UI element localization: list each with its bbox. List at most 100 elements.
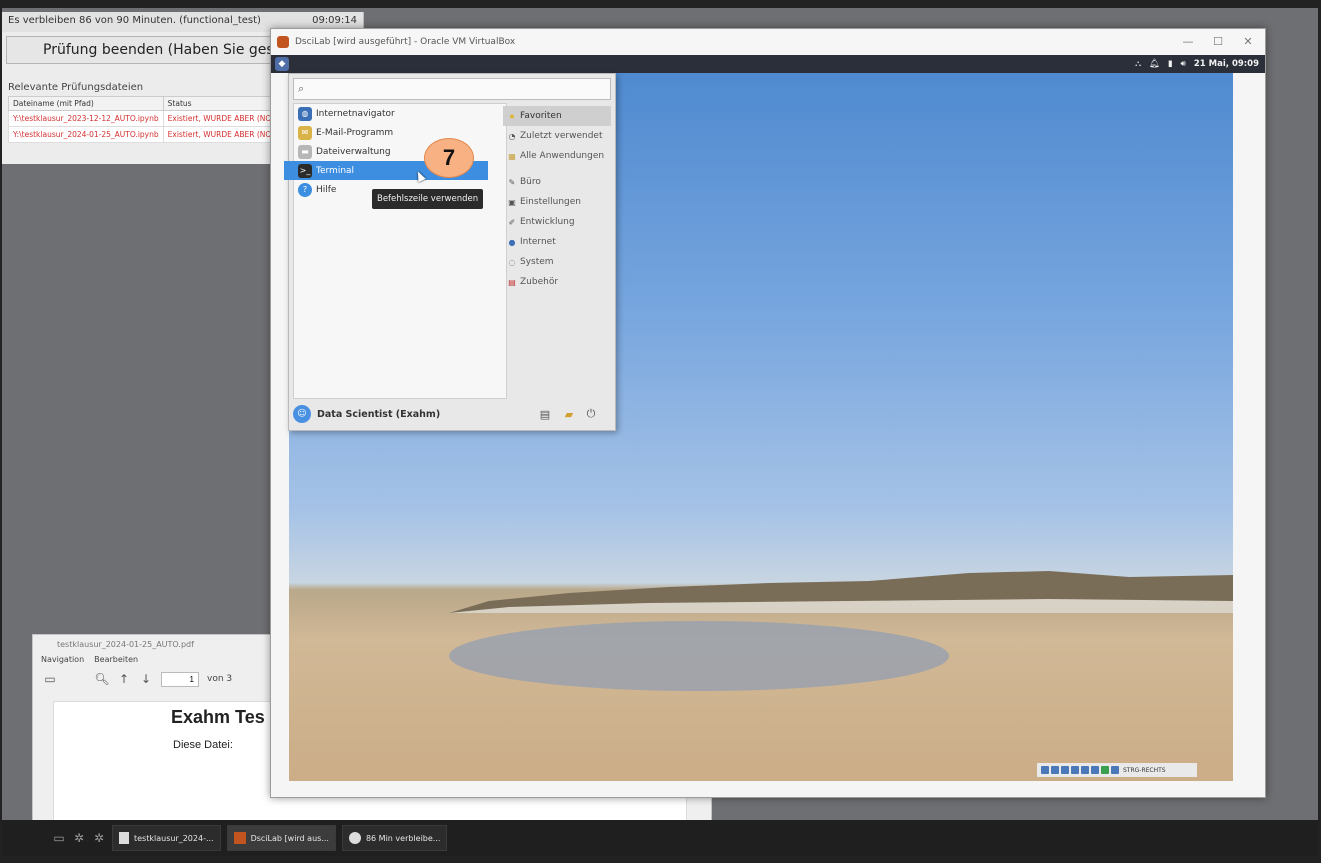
category-settings[interactable]: ▣ Einstellungen	[503, 192, 611, 212]
category-label: Internet	[520, 237, 556, 247]
notification-bell-icon[interactable]: 🔔︎	[1149, 59, 1160, 69]
settings-icon[interactable]: ✲	[92, 831, 106, 845]
file-path: Y:\testklausur_2023-12-12_AUTO.ipynb	[8, 110, 164, 127]
taskbar-item-label: DsciLab [wird aus...	[250, 833, 329, 843]
list-item-label: Hilfe	[316, 184, 337, 195]
optical-drive-icon[interactable]	[1051, 766, 1059, 774]
shared-folder-icon[interactable]	[1091, 766, 1099, 774]
applications-menu-button[interactable]: ◆	[275, 57, 289, 71]
menu-search-input[interactable]: ⌕	[293, 78, 611, 100]
category-recent[interactable]: ◔ Zuletzt verwendet	[503, 126, 611, 146]
category-office[interactable]: ✎ Büro	[503, 172, 611, 192]
desktop-icon[interactable]: ▭	[52, 831, 66, 845]
list-item-label: E-Mail-Programm	[316, 127, 394, 138]
taskbar-item-pdf[interactable]: testklausur_2024-...	[112, 825, 221, 851]
category-accessories[interactable]: ▤ Zubehör	[503, 272, 611, 292]
taskbar-item-exam-timer[interactable]: 86 Min verbleibe...	[341, 825, 448, 851]
category-favorites[interactable]: ★ Favoriten	[503, 106, 611, 126]
document-icon	[119, 832, 129, 844]
display-icon[interactable]	[1101, 766, 1109, 774]
vm-top-panel: ◆ ⛬ 🔔︎ ▮ 🔊︎ 21 Mai, 09:09	[271, 55, 1265, 73]
panel-clock[interactable]: 21 Mai, 09:09	[1194, 59, 1259, 69]
exam-clock: 09:09:14	[312, 15, 357, 26]
category-label: Büro	[520, 177, 541, 187]
help-icon: ?	[298, 182, 312, 197]
menu-footer: ☺ Data Scientist (Exahm) ▤ ▰ ⏻	[293, 402, 611, 426]
category-label: System	[520, 257, 554, 267]
volume-icon[interactable]: 🔊︎	[1181, 59, 1186, 69]
arrow-down-icon[interactable]: ↓	[139, 672, 153, 686]
list-item-label: Internetnavigator	[316, 108, 395, 119]
category-list: ★ Favoriten ◔ Zuletzt verwendet ▦ Alle A…	[503, 106, 611, 292]
menu-edit[interactable]: Bearbeiten	[94, 655, 138, 664]
vbox-title: DsciLab [wird ausgeführt] - Oracle VM Vi…	[295, 37, 516, 47]
taskbar-item-virtualbox[interactable]: DsciLab [wird aus...	[226, 825, 336, 851]
user-avatar[interactable]: ☺	[293, 405, 311, 423]
pdf-heading: Exahm Tes	[171, 707, 265, 727]
internet-icon: ●	[508, 237, 516, 247]
terminal-tooltip: Befehlszeile verwenden	[372, 189, 484, 209]
list-item-email[interactable]: ✉ E-Mail-Programm	[294, 123, 506, 142]
taskbar-item-label: testklausur_2024-...	[134, 833, 214, 843]
search-icon: ⌕	[298, 82, 305, 95]
network-status-icon[interactable]	[1071, 766, 1079, 774]
vbox-titlebar: DsciLab [wird ausgeführt] - Oracle VM Vi…	[271, 29, 1265, 55]
tidal-lagoon	[449, 621, 949, 691]
harddisk-icon[interactable]	[1041, 766, 1049, 774]
audio-icon[interactable]	[1061, 766, 1069, 774]
virtualbox-icon	[277, 36, 289, 48]
globe-icon: ◍	[298, 106, 312, 121]
clock-icon	[348, 832, 361, 844]
category-label: Favoriten	[520, 111, 562, 121]
host-screen: Es verbleiben 86 von 90 Minuten. (functi…	[2, 8, 1318, 856]
vm-statusbar: STRG-RECHTS	[1037, 763, 1197, 777]
all-apps-icon: ▦	[508, 151, 516, 161]
settings-manager-icon[interactable]: ▤	[537, 406, 553, 422]
category-internet[interactable]: ● Internet	[503, 232, 611, 252]
category-development[interactable]: ✐ Entwicklung	[503, 212, 611, 232]
list-item-label: Terminal	[316, 165, 355, 176]
search-icon[interactable]: 🔍︎	[94, 672, 109, 686]
list-item-internetnavigator[interactable]: ◍ Internetnavigator	[294, 104, 506, 123]
category-label: Alle Anwendungen	[520, 151, 605, 161]
favorites-list: ◍ Internetnavigator ✉ E-Mail-Programm ▬ …	[284, 103, 507, 399]
category-label: Einstellungen	[520, 197, 582, 207]
file-path: Y:\testklausur_2024-01-25_AUTO.ipynb	[8, 126, 164, 143]
usb-icon[interactable]	[1081, 766, 1089, 774]
user-name: Data Scientist (Exahm)	[317, 408, 441, 420]
power-icon[interactable]: ⏻	[583, 406, 599, 422]
settings-icon[interactable]: ✲	[72, 831, 86, 845]
mouse-integration-icon[interactable]	[1111, 766, 1119, 774]
category-system[interactable]: ◌ System	[503, 252, 611, 272]
terminal-icon: >_	[298, 163, 312, 178]
host-taskbar: ▭ ✲ ✲ testklausur_2024-... DsciLab [wird…	[2, 820, 1318, 856]
menu-navigation[interactable]: Navigation	[41, 655, 84, 664]
host-key-text: STRG-RECHTS	[1123, 766, 1166, 774]
accessories-icon: ▤	[508, 277, 516, 287]
network-icon[interactable]: ⛬	[1135, 59, 1141, 69]
time-remaining-text: Es verbleiben 86 von 90 Minuten. (functi…	[8, 15, 261, 26]
arrow-up-icon[interactable]: ↑	[117, 672, 131, 686]
development-icon: ✐	[508, 217, 516, 227]
dune-landscape	[449, 571, 1233, 613]
page-number-input[interactable]	[161, 671, 199, 687]
system-icon: ◌	[508, 257, 516, 267]
category-label: Zuletzt verwendet	[520, 131, 603, 141]
sidebar-toggle-icon[interactable]: ▭	[43, 672, 57, 686]
maximize-icon[interactable]: ☐	[1211, 35, 1225, 48]
settings-icon: ▣	[508, 197, 516, 207]
virtualbox-icon	[233, 832, 246, 844]
lock-screen-icon[interactable]: ▰	[561, 406, 577, 422]
star-icon: ★	[508, 111, 516, 121]
office-icon: ✎	[508, 177, 516, 187]
list-item-label: Dateiverwaltung	[316, 146, 391, 157]
folder-icon: ▬	[298, 144, 312, 159]
pdf-body-text: Diese Datei:	[173, 739, 233, 751]
category-label: Zubehör	[520, 277, 559, 287]
minimize-icon[interactable]: —	[1181, 35, 1195, 48]
list-item-file-manager[interactable]: ▬ Dateiverwaltung	[294, 142, 506, 161]
monitor-frame: Es verbleiben 86 von 90 Minuten. (functi…	[0, 0, 1321, 863]
battery-icon[interactable]: ▮	[1168, 59, 1173, 69]
close-icon[interactable]: ✕	[1241, 35, 1255, 48]
category-all-apps[interactable]: ▦ Alle Anwendungen	[503, 146, 611, 166]
